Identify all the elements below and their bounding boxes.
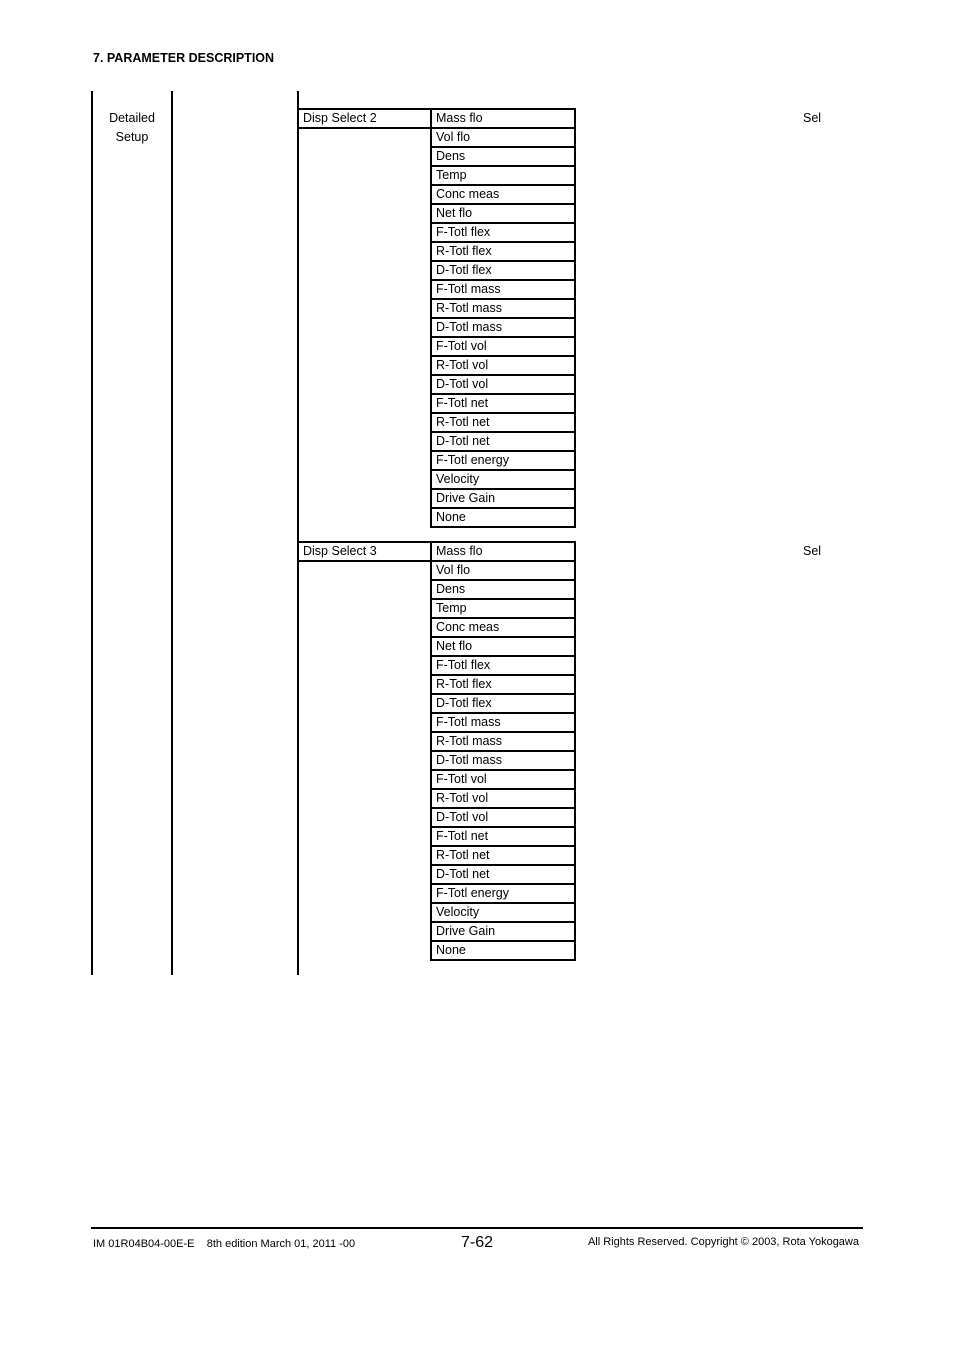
- option-item: F-Totl energy: [432, 450, 574, 469]
- option-item: Dens: [432, 146, 574, 165]
- option-item: Velocity: [432, 902, 574, 921]
- selection-type-note: Sel: [803, 544, 822, 558]
- option-item: R-Totl net: [432, 412, 574, 431]
- option-item: F-Totl energy: [432, 883, 574, 902]
- document-id: IM 01R04B04-00E-E 8th edition March 01, …: [93, 1238, 356, 1250]
- option-item: R-Totl vol: [432, 788, 574, 807]
- option-item: Temp: [432, 598, 574, 617]
- option-item: Mass flo: [432, 541, 574, 560]
- section-title: 7. PARAMETER DESCRIPTION: [93, 51, 275, 65]
- option-item: R-Totl mass: [432, 731, 574, 750]
- option-item: Temp: [432, 165, 574, 184]
- menu-label-line: Detailed: [109, 111, 155, 125]
- option-item: D-Totl vol: [432, 807, 574, 826]
- option-item: D-Totl net: [432, 864, 574, 883]
- selection-type-note: Sel: [803, 111, 822, 125]
- menu-label-line: Setup: [115, 130, 149, 144]
- option-item: R-Totl vol: [432, 355, 574, 374]
- option-item: F-Totl net: [432, 393, 574, 412]
- parameter-name: Disp Select 3: [298, 541, 436, 562]
- option-item: D-Totl vol: [432, 374, 574, 393]
- option-item: F-Totl mass: [432, 712, 574, 731]
- tree-line-level1: [91, 91, 93, 975]
- option-item: R-Totl flex: [432, 674, 574, 693]
- option-item: R-Totl flex: [432, 241, 574, 260]
- option-item: D-Totl flex: [432, 260, 574, 279]
- page-number: 7-62: [461, 1234, 494, 1251]
- option-item: None: [432, 940, 574, 959]
- option-item: None: [432, 507, 574, 526]
- option-item: R-Totl mass: [432, 298, 574, 317]
- option-item: Conc meas: [432, 617, 574, 636]
- tree-line-level2: [171, 91, 173, 975]
- option-item: Net flo: [432, 203, 574, 222]
- tree-line-level3: [297, 91, 299, 975]
- option-item: Drive Gain: [432, 921, 574, 940]
- option-item: F-Totl net: [432, 826, 574, 845]
- option-item: Velocity: [432, 469, 574, 488]
- option-item: R-Totl net: [432, 845, 574, 864]
- option-item: Conc meas: [432, 184, 574, 203]
- footer-divider: [91, 1227, 863, 1229]
- option-item: F-Totl mass: [432, 279, 574, 298]
- option-item: Net flo: [432, 636, 574, 655]
- option-item: F-Totl vol: [432, 769, 574, 788]
- option-item: D-Totl mass: [432, 317, 574, 336]
- option-item: Dens: [432, 579, 574, 598]
- option-item: F-Totl flex: [432, 655, 574, 674]
- option-item: D-Totl mass: [432, 750, 574, 769]
- option-item: Vol flo: [432, 127, 574, 146]
- parameter-name: Disp Select 2: [298, 108, 436, 129]
- option-item: Mass flo: [432, 108, 574, 127]
- option-item: F-Totl flex: [432, 222, 574, 241]
- option-item: F-Totl vol: [432, 336, 574, 355]
- option-item: Drive Gain: [432, 488, 574, 507]
- option-item: D-Totl net: [432, 431, 574, 450]
- option-item: D-Totl flex: [432, 693, 574, 712]
- option-list: Mass flo Vol flo Dens Temp Conc meas Net flo F…: [430, 541, 576, 961]
- copyright: All Rights Reserved. Copyright © 2003, R…: [587, 1236, 859, 1248]
- menu-label-detailed-setup: Detailed Setup: [96, 109, 168, 147]
- option-item: Vol flo: [432, 560, 574, 579]
- option-list: Mass flo Vol flo Dens Temp Conc meas Net flo F…: [430, 108, 576, 528]
